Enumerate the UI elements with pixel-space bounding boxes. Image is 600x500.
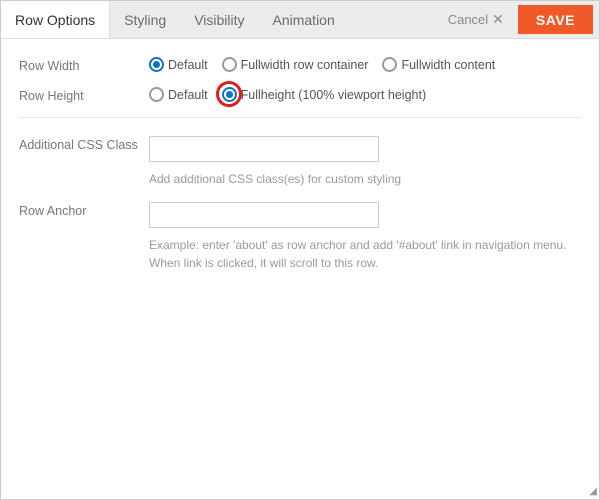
radio-label: Fullwidth content xyxy=(401,58,495,72)
radio-icon xyxy=(149,87,164,102)
row-settings-dialog: Row Options Styling Visibility Animation… xyxy=(0,0,600,500)
radio-label: Default xyxy=(168,58,208,72)
cancel-label: Cancel xyxy=(448,12,488,27)
row-anchor-input[interactable] xyxy=(149,202,379,228)
row-width-fullwidth-content-radio[interactable]: Fullwidth content xyxy=(382,57,495,72)
tab-row-options[interactable]: Row Options xyxy=(1,1,110,38)
radio-icon xyxy=(382,57,397,72)
row-height-label: Row Height xyxy=(19,87,149,103)
resize-handle-icon[interactable]: ◢ xyxy=(589,486,597,497)
dialog-content: Row Width Default Fullwidth row containe… xyxy=(1,39,599,272)
radio-label: Fullwidth row container xyxy=(241,58,369,72)
save-button[interactable]: SAVE xyxy=(518,5,593,34)
radio-label: Default xyxy=(168,88,208,102)
cancel-button[interactable]: Cancel ✕ xyxy=(438,1,514,38)
radio-icon xyxy=(222,57,237,72)
row-anchor-help: Example: enter 'about' as row anchor and… xyxy=(149,236,569,272)
row-height-default-radio[interactable]: Default xyxy=(149,87,208,102)
close-icon: ✕ xyxy=(492,11,504,28)
row-anchor-label: Row Anchor xyxy=(19,202,149,218)
radio-icon xyxy=(149,57,164,72)
row-height-fullheight-radio[interactable]: Fullheight (100% viewport height) xyxy=(222,87,427,102)
row-width-fullwidth-container-radio[interactable]: Fullwidth row container xyxy=(222,57,369,72)
row-width-default-radio[interactable]: Default xyxy=(149,57,208,72)
radio-label: Fullheight (100% viewport height) xyxy=(241,88,427,102)
tab-bar: Row Options Styling Visibility Animation… xyxy=(1,1,599,39)
tab-visibility[interactable]: Visibility xyxy=(180,1,258,38)
divider xyxy=(19,117,581,118)
tab-animation[interactable]: Animation xyxy=(259,1,349,38)
radio-icon xyxy=(222,87,237,102)
row-width-label: Row Width xyxy=(19,57,149,73)
tab-styling[interactable]: Styling xyxy=(110,1,180,38)
css-class-input[interactable] xyxy=(149,136,379,162)
css-class-help: Add additional CSS class(es) for custom … xyxy=(149,170,569,188)
css-class-label: Additional CSS Class xyxy=(19,136,149,152)
